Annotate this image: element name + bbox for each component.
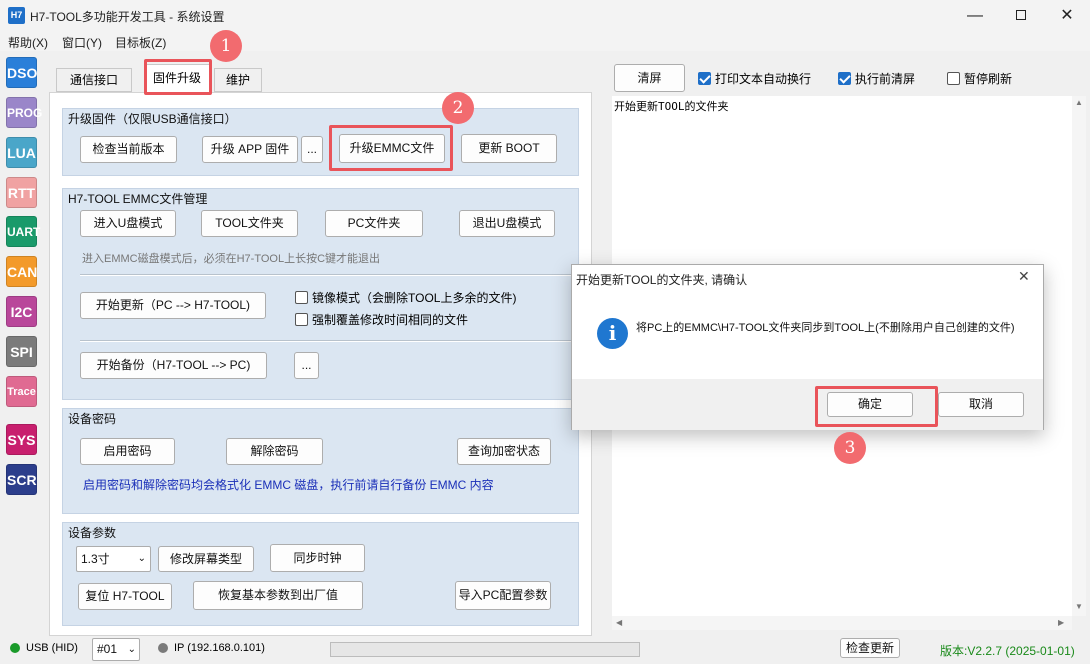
check-update-button[interactable]: 检查更新	[840, 638, 900, 658]
sidebar-button-scr[interactable]: SCR	[6, 464, 37, 495]
mirror-mode-label: 镜像模式（会删除TOOL上多余的文件)	[312, 291, 517, 305]
app-browse-button[interactable]: ...	[301, 136, 323, 163]
sidebar-button-rtt[interactable]: RTT	[6, 177, 37, 208]
dialog-message: 将PC上的EMMC\H7-TOOL文件夹同步到TOOL上(不删除用户自己创建的文…	[636, 322, 1015, 334]
port-value: #01	[97, 642, 118, 656]
query-encryption-button[interactable]: 查询加密状态	[457, 438, 551, 465]
ip-status-icon	[158, 643, 168, 653]
params-group	[62, 522, 579, 626]
update-boot-button[interactable]: 更新 BOOT	[461, 134, 557, 163]
log-vertical-scrollbar[interactable]: ▲ ▼	[1072, 96, 1086, 616]
clear-before-label: 执行前清屏	[855, 72, 916, 86]
sidebar-button-spi[interactable]: SPI	[6, 336, 37, 367]
highlight-box-ok	[815, 386, 938, 427]
scroll-right-icon[interactable]: ▶	[1058, 618, 1064, 627]
maximize-icon[interactable]	[998, 0, 1044, 31]
separator	[80, 340, 579, 342]
menu-target-board[interactable]: 目标板(Z)	[115, 34, 166, 51]
password-group-title: 设备密码	[68, 412, 117, 426]
upgrade-group-title: 升级固件（仅限USB通信接口）	[68, 112, 237, 126]
checkbox-icon	[295, 313, 308, 326]
enter-udisk-button[interactable]: 进入U盘模式	[80, 210, 176, 237]
change-screen-type-button[interactable]: 修改屏幕类型	[158, 546, 254, 572]
force-overwrite-checkbox[interactable]: 强制覆盖修改时间相同的文件	[295, 311, 468, 328]
reset-tool-button[interactable]: 复位 H7-TOOL	[78, 583, 172, 610]
sidebar-button-i2c[interactable]: I2C	[6, 296, 37, 327]
sidebar-button-uart[interactable]: UART	[6, 216, 40, 247]
enable-password-button[interactable]: 启用密码	[80, 438, 175, 465]
disable-password-button[interactable]: 解除密码	[226, 438, 323, 465]
menu-window[interactable]: 窗口(Y)	[62, 34, 102, 51]
clear-before-checkbox[interactable]: 执行前清屏	[838, 70, 915, 87]
auto-wrap-label: 打印文本自动换行	[715, 72, 812, 86]
start-update-button[interactable]: 开始更新（PC --> H7-TOOL)	[80, 292, 266, 319]
tab-maintenance[interactable]: 维护	[214, 68, 262, 92]
backup-browse-button[interactable]: ...	[294, 352, 319, 379]
sidebar-button-sys[interactable]: SYS	[6, 424, 37, 455]
clear-screen-button[interactable]: 清屏	[614, 64, 685, 92]
usb-status-label: USB (HID)	[26, 642, 78, 654]
pc-folder-button[interactable]: PC文件夹	[325, 210, 423, 237]
window-title: H7-TOOL多功能开发工具 - 系统设置	[30, 10, 225, 24]
start-backup-button[interactable]: 开始备份（H7-TOOL --> PC)	[80, 352, 267, 379]
screen-size-value: 1.3寸	[81, 552, 110, 566]
log-line: 开始更新TOOL的文件夹	[614, 100, 729, 113]
separator	[80, 274, 579, 276]
tab-comm[interactable]: 通信接口	[56, 68, 132, 92]
app-icon: H7	[8, 7, 25, 24]
annotation-marker-2: 2	[442, 92, 474, 124]
mirror-mode-checkbox[interactable]: 镜像模式（会删除TOOL上多余的文件)	[295, 289, 516, 306]
sidebar-button-prog[interactable]: PROG	[6, 97, 42, 128]
pause-refresh-checkbox[interactable]: 暂停刷新	[947, 70, 1012, 87]
sidebar-button-can[interactable]: CAN	[6, 256, 37, 287]
auto-wrap-checkbox[interactable]: 打印文本自动换行	[698, 70, 811, 87]
dialog-title: 开始更新TOOL的文件夹, 请确认	[576, 273, 748, 287]
close-icon[interactable]: ✕	[1044, 0, 1090, 31]
emmc-group-title: H7-TOOL EMMC文件管理	[68, 192, 208, 206]
check-version-button[interactable]: 检查当前版本	[80, 136, 177, 163]
force-overwrite-label: 强制覆盖修改时间相同的文件	[312, 313, 469, 327]
checkbox-checked-icon	[838, 72, 851, 85]
checkbox-icon	[947, 72, 960, 85]
import-pc-config-button[interactable]: 导入PC配置参数	[455, 581, 551, 610]
confirm-dialog: 开始更新TOOL的文件夹, 请确认 ✕ i 将PC上的EMMC\H7-TOOL文…	[571, 264, 1044, 430]
sync-clock-button[interactable]: 同步时钟	[270, 544, 365, 572]
version-label: 版本:V2.2.7 (2025-01-01)	[940, 644, 1075, 658]
scroll-down-icon[interactable]: ▼	[1075, 602, 1083, 611]
info-icon: i	[597, 318, 628, 349]
restore-factory-button[interactable]: 恢复基本参数到出厂值	[193, 581, 363, 610]
params-group-title: 设备参数	[68, 526, 117, 540]
sidebar-button-lua[interactable]: LUA	[6, 137, 37, 168]
cancel-button[interactable]: 取消	[938, 392, 1024, 417]
sidebar-button-dso[interactable]: DSO	[6, 57, 37, 88]
highlight-box-tab	[144, 59, 212, 95]
progress-bar	[330, 642, 640, 657]
pause-refresh-label: 暂停刷新	[964, 72, 1013, 86]
ip-status-label: IP (192.168.0.101)	[174, 642, 265, 654]
scroll-left-icon[interactable]: ◀	[616, 618, 622, 627]
screen-size-select[interactable]: 1.3寸 ⌄	[76, 546, 151, 572]
scroll-up-icon[interactable]: ▲	[1075, 98, 1083, 107]
emmc-note: 进入EMMC磁盘模式后，必须在H7-TOOL上长按C键才能退出	[82, 253, 381, 265]
checkbox-icon	[295, 291, 308, 304]
usb-status-icon	[10, 643, 20, 653]
port-select[interactable]: #01 ⌄	[92, 638, 140, 661]
menu-help[interactable]: 帮助(X)	[8, 34, 48, 51]
tool-folder-button[interactable]: TOOL文件夹	[201, 210, 298, 237]
minimize-icon[interactable]: —	[952, 0, 998, 31]
chevron-down-icon: ⌄	[137, 553, 146, 564]
annotation-marker-1: 1	[210, 30, 242, 62]
sidebar-button-trace[interactable]: Trace	[6, 376, 37, 407]
exit-udisk-button[interactable]: 退出U盘模式	[459, 210, 555, 237]
log-horizontal-scrollbar[interactable]: ◀ ▶	[612, 616, 1072, 630]
password-note: 启用密码和解除密码均会格式化 EMMC 磁盘，执行前请自行备份 EMMC 内容	[83, 478, 494, 492]
upgrade-app-button[interactable]: 升级 APP 固件	[202, 136, 298, 163]
annotation-marker-3: 3	[834, 432, 866, 464]
dialog-close-icon[interactable]: ✕	[1018, 268, 1030, 285]
checkbox-checked-icon	[698, 72, 711, 85]
highlight-box-emmc	[329, 125, 453, 171]
chevron-down-icon: ⌄	[127, 644, 136, 655]
